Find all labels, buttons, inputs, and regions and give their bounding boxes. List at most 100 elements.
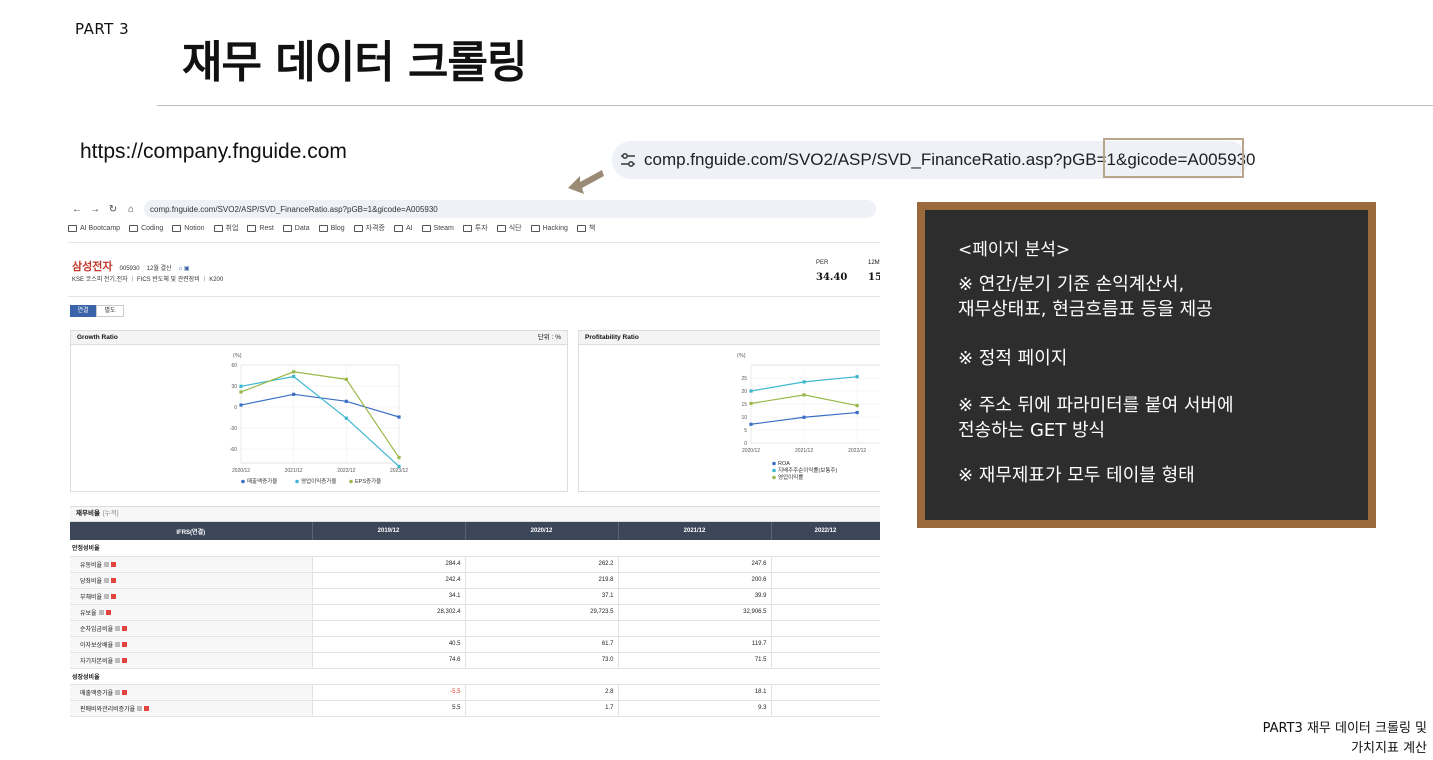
row-label-cell[interactable]: 판매비와관리비증가율 [70, 700, 313, 717]
legend-marker [349, 479, 353, 484]
profit-panel-title: Profitability Ratio [585, 334, 639, 341]
table-cell: 29,723.5 [465, 604, 619, 621]
tab-consolidated[interactable]: 연결 [70, 305, 96, 317]
part-label: PART 3 [75, 20, 130, 38]
bookmark-item[interactable]: Hacking [530, 224, 568, 232]
row-label-cell[interactable]: 당좌비율 [70, 572, 313, 589]
table-cell: 247.6 [618, 556, 772, 573]
data-point [855, 403, 859, 408]
row-label-cell[interactable]: 유보율 [70, 604, 313, 621]
bookmark-item[interactable]: 자격증 [353, 223, 385, 233]
browser-url-field[interactable]: comp.fnguide.com/SVO2/ASP/SVD_FinanceRat… [144, 200, 876, 218]
table-cell: 262.2 [465, 556, 619, 573]
table-cell [312, 620, 466, 637]
profit-panel-header: Profitability Ratio [579, 331, 880, 345]
forward-icon[interactable]: → [86, 204, 104, 215]
table-cell [771, 604, 880, 621]
plus-icon [122, 658, 128, 664]
data-point [239, 403, 243, 407]
y-tick-label: 10 [741, 415, 747, 421]
plus-icon [105, 610, 111, 616]
bookmark-item[interactable]: Notion [172, 224, 205, 232]
bookmark-item[interactable]: AI [393, 224, 413, 232]
per-value: 34.40 [816, 272, 848, 283]
site-settings-icon[interactable] [620, 149, 636, 171]
table-row: 자기자본비율 74.6 73.0 71.5 [70, 652, 880, 669]
bookmark-item[interactable]: 투자 [462, 223, 488, 233]
row-label: 이자보상배율 [80, 642, 114, 649]
board-point-2: ※ 정적 페이지 [958, 348, 1068, 369]
legend-marker [772, 461, 776, 466]
data-point [239, 390, 243, 394]
browser-url-text: comp.fnguide.com/SVO2/ASP/SVD_FinanceRat… [150, 204, 438, 214]
table-cell [771, 572, 880, 589]
column-header: 2019/12 [312, 522, 466, 540]
table-cell: 9.3 [618, 700, 772, 717]
fin-table-title: 재무비율 [76, 510, 100, 517]
table-row: 판매비와관리비증가율 5.5 1.7 9.3 [70, 700, 880, 717]
row-label-cell[interactable]: 매출액증가율 [70, 684, 313, 701]
legend-label: 지배주주순이익률(보통주) [778, 466, 837, 474]
table-row: 이자보상배율 40.5 61.7 119.7 [70, 636, 880, 653]
row-label-cell[interactable]: 유동비율 [70, 556, 313, 573]
bookmark-item[interactable]: Rest [247, 224, 274, 232]
index-label: K200 [209, 277, 224, 283]
profitability-ratio-panel: Profitability Ratio (%) 25 20 15 10 5 0 2020/1… [578, 330, 880, 492]
bookmark-item[interactable]: 식단 [496, 223, 522, 233]
plus-icon [111, 562, 117, 568]
y-tick-label: 0 [234, 405, 237, 411]
info-icon [104, 594, 110, 600]
table-cell: 39.9 [618, 588, 772, 605]
data-point [749, 389, 753, 393]
plus-icon [122, 690, 128, 696]
info-icon [115, 690, 121, 696]
data-point [292, 370, 296, 374]
table-header-row: IFRS(연결) 2019/12 2020/12 2021/12 2022/12 [70, 522, 880, 540]
bookmark-item[interactable]: AI Bootcamp [68, 224, 120, 232]
back-icon[interactable]: ← [68, 204, 86, 215]
financial-ratio-table: IFRS(연결) 2019/12 2020/12 2021/12 2022/12… [70, 522, 880, 717]
info-icon [137, 706, 143, 712]
table-row: 매출액증가율 -5.5 2.8 18.1 [70, 684, 880, 701]
table-cell: 284.4 [312, 556, 466, 573]
table-cell: 5.5 [312, 700, 466, 717]
per12m-label: 12M [868, 260, 880, 266]
table-cell: 37.1 [465, 588, 619, 605]
bookmark-item[interactable]: Coding [129, 224, 163, 232]
table-cell: 34.1 [312, 588, 466, 605]
bookmark-item[interactable]: 취업 [213, 223, 238, 233]
home-icon[interactable]: ⌂ ▣ [179, 266, 190, 272]
row-label-cell[interactable]: 자기자본비율 [70, 652, 313, 669]
table-row: 당좌비율 242.4 219.8 200.6 [70, 572, 880, 589]
growth-panel-header: Growth Ratio 단위 : % [71, 331, 567, 345]
info-icon [115, 642, 121, 648]
board-point-1b: 재무상태표, 현금흐름표 등을 제공 [958, 299, 1213, 320]
y-tick-label: 20 [741, 389, 747, 395]
x-tick-label: 2021/12 [285, 468, 303, 474]
bookmark-item[interactable]: 책 [576, 223, 595, 233]
y-tick-label: -60 [230, 447, 237, 453]
bookmark-item[interactable]: Data [282, 224, 310, 232]
reload-icon[interactable]: ↻ [104, 204, 122, 215]
row-label: 매출액증가율 [80, 690, 114, 697]
row-label-cell[interactable]: 부채비율 [70, 588, 313, 605]
bookmark-item[interactable]: Blog [318, 224, 345, 232]
legend-label: ROA [778, 461, 790, 467]
table-cell: 200.6 [618, 572, 772, 589]
row-label-cell[interactable]: 이자보상배율 [70, 636, 313, 653]
table-row: 유보율 28,302.4 29,723.5 32,906.5 [70, 604, 880, 621]
column-header: IFRS(연결) [70, 522, 313, 540]
table-cell: 28,302.4 [312, 604, 466, 621]
row-label: 판매비와관리비증가율 [80, 706, 136, 713]
bookmarks-bar: AI Bootcamp Coding Notion 취업 Rest Data B… [68, 222, 880, 234]
table-cell: 2.8 [465, 684, 619, 701]
plus-icon [111, 578, 117, 584]
bookmark-item[interactable]: Steam [421, 224, 454, 232]
settle-label: 12월 결산 [146, 266, 172, 272]
table-row: 부채비율 34.1 37.1 39.9 [70, 588, 880, 605]
home-icon[interactable]: ⌂ [122, 204, 140, 215]
row-label: 자기자본비율 [80, 658, 114, 665]
row-label-cell[interactable]: 순차입금비율 [70, 620, 313, 637]
group-label: 안정성비율 [70, 540, 880, 557]
tab-separate[interactable]: 별도 [96, 305, 124, 317]
